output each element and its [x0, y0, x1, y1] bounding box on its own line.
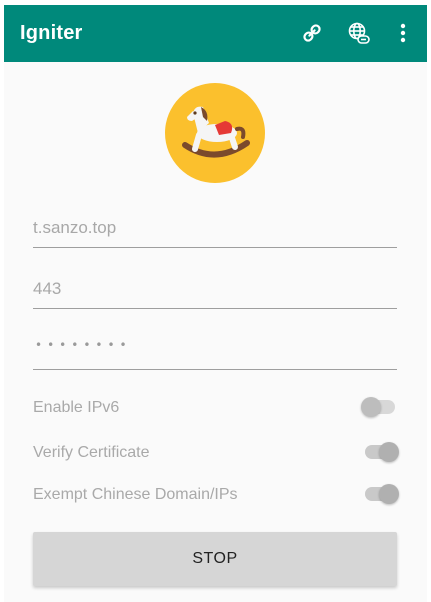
exempt-chinese-switch-row: Exempt Chinese Domain/IPs	[33, 479, 399, 511]
port-underline	[33, 308, 397, 309]
switch-thumb	[379, 442, 399, 462]
verify-certificate-switch-row: Verify Certificate	[33, 437, 399, 469]
stop-button[interactable]: STOP	[33, 532, 397, 586]
app-screen: Igniter t.sanzo.top 443 •••••••• Enable …	[4, 5, 427, 602]
switch-thumb	[379, 484, 399, 504]
port-input[interactable]	[33, 271, 397, 307]
globe-link-icon[interactable]	[347, 21, 371, 45]
verify-certificate-label: Verify Certificate	[33, 444, 150, 461]
app-title: Igniter	[20, 22, 83, 44]
verify-certificate-switch[interactable]	[365, 442, 399, 462]
exempt-chinese-label: Exempt Chinese Domain/IPs	[33, 486, 238, 503]
server-address-input[interactable]	[33, 210, 397, 246]
ipv6-switch[interactable]	[361, 397, 395, 417]
server-address-underline	[33, 247, 397, 248]
exempt-chinese-switch[interactable]	[365, 484, 399, 504]
port-field[interactable]	[33, 271, 397, 309]
password-field[interactable]: ••••••••	[33, 332, 397, 370]
rocking-horse-icon	[165, 83, 265, 183]
switch-thumb	[361, 397, 381, 417]
password-mask[interactable]: ••••••••	[35, 338, 132, 352]
server-address-field[interactable]	[33, 210, 397, 248]
app-bar: Igniter	[4, 5, 427, 62]
ipv6-switch-row: Enable IPv6	[33, 392, 399, 424]
link-icon[interactable]	[300, 21, 324, 45]
password-underline	[33, 369, 397, 370]
overflow-menu-icon[interactable]	[391, 21, 415, 45]
ipv6-label: Enable IPv6	[33, 399, 120, 416]
